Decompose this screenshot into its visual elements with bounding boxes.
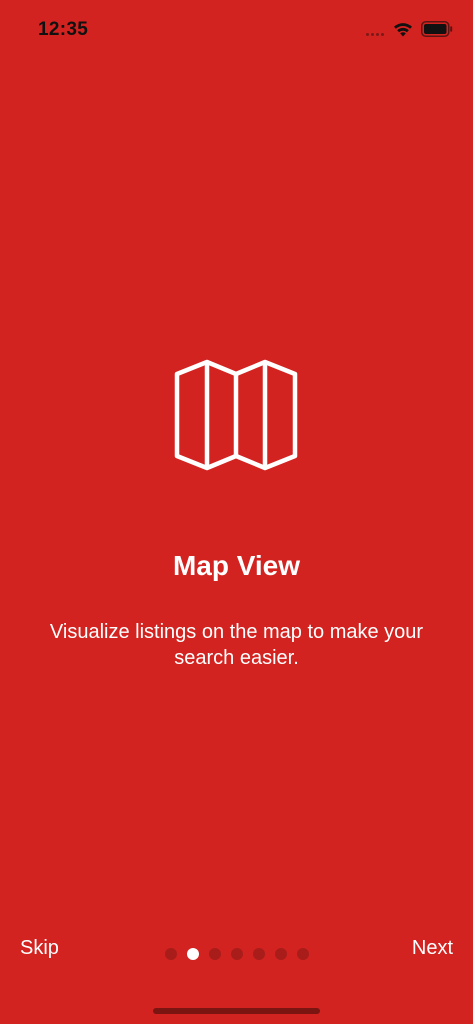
status-time: 12:35: [38, 19, 89, 40]
cellular-signal-icon: [366, 33, 388, 37]
onboarding-screen: 12:35 Map View Visualize listings on the…: [0, 0, 473, 1024]
page-dot[interactable]: [209, 948, 221, 960]
battery-icon: [421, 21, 453, 37]
home-indicator[interactable]: [153, 1008, 320, 1014]
skip-button[interactable]: Skip: [20, 937, 59, 960]
page-dot[interactable]: [297, 948, 309, 960]
next-button[interactable]: Next: [412, 937, 453, 960]
page-dot[interactable]: [231, 948, 243, 960]
map-icon: [174, 359, 298, 471]
page-dot[interactable]: [253, 948, 265, 960]
status-bar: 12:35: [0, 0, 473, 60]
wifi-icon: [394, 23, 412, 37]
page-dot-active[interactable]: [187, 948, 199, 960]
page-indicator[interactable]: [165, 947, 319, 961]
onboarding-title: Map View: [172, 550, 301, 581]
page-dot[interactable]: [275, 948, 287, 960]
onboarding-description: Visualize listings on the map to make yo…: [49, 621, 424, 669]
page-dot[interactable]: [165, 948, 177, 960]
